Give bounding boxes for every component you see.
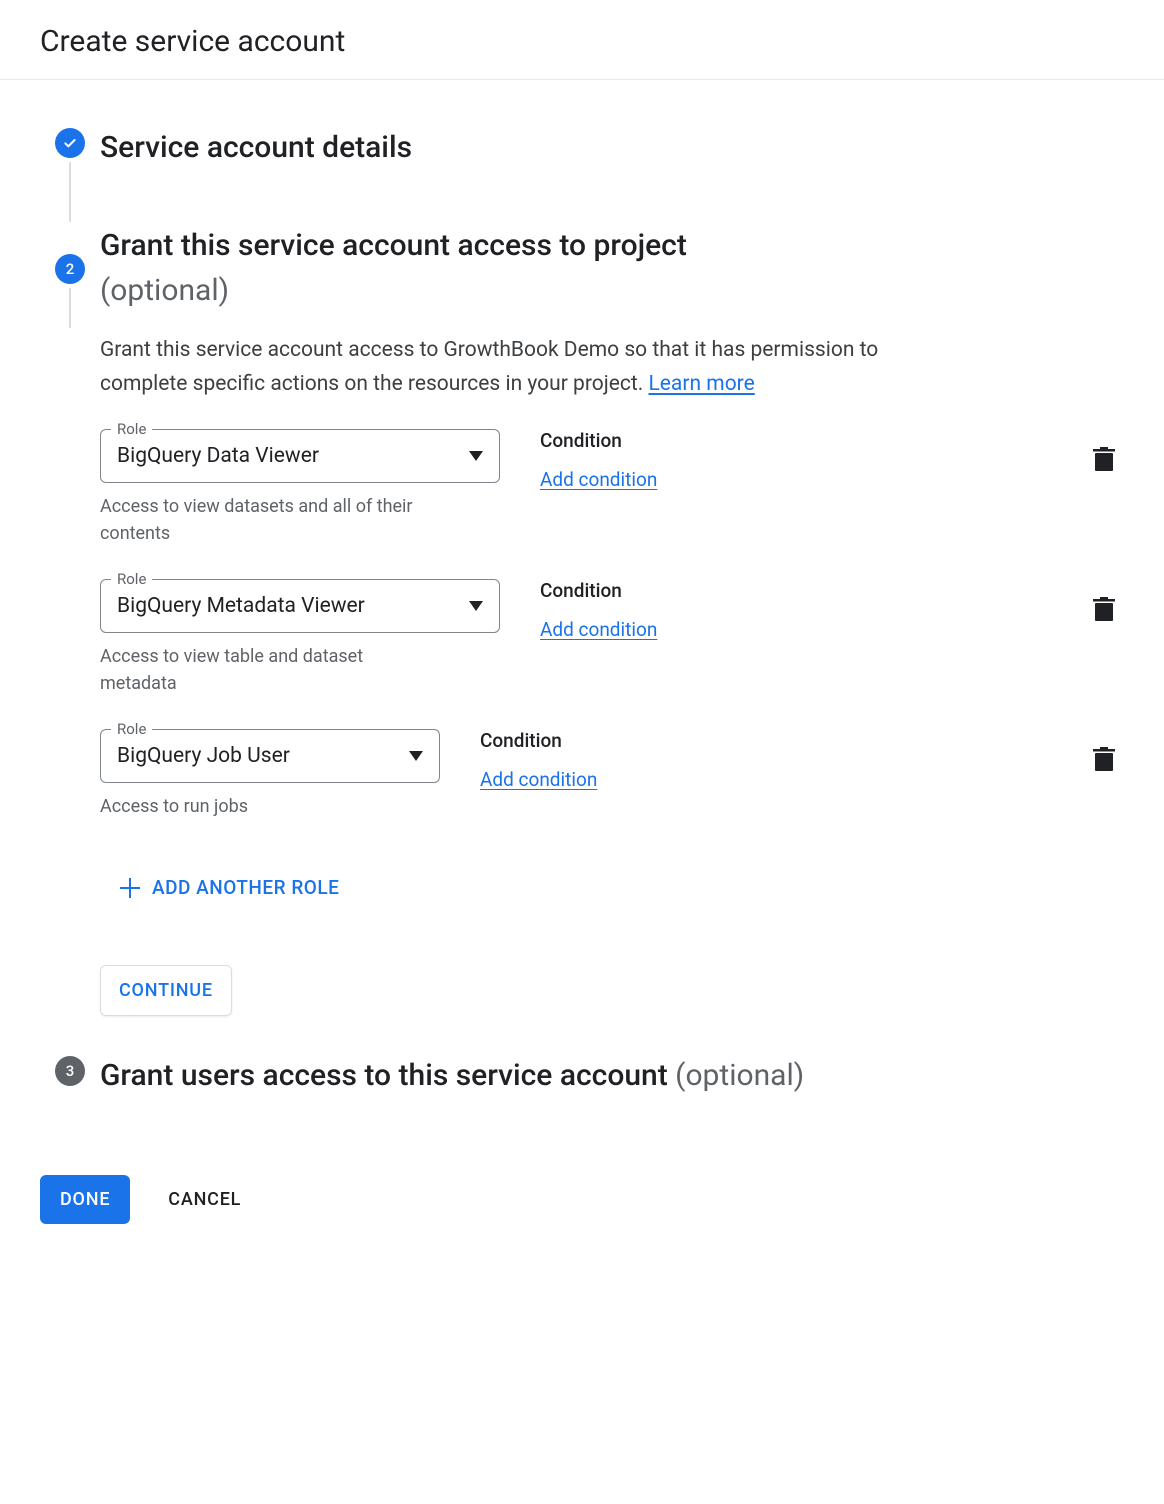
step-3-optional: (optional) — [675, 1058, 804, 1093]
step-3-title[interactable]: Grant users access to this service accou… — [100, 1056, 1124, 1095]
step-2-marker: 2 — [40, 226, 100, 332]
add-condition-link[interactable]: Add condition — [480, 768, 597, 791]
step-3-number: 3 — [55, 1056, 85, 1086]
add-condition-link[interactable]: Add condition — [540, 468, 657, 491]
role-help-text: Access to view datasets and all of their… — [100, 493, 470, 547]
role-row: Role BigQuery Data Viewer Access to view… — [100, 429, 1124, 547]
role-row: Role BigQuery Metadata Viewer Access to … — [100, 579, 1124, 697]
condition-label: Condition — [540, 579, 1044, 602]
role-help-text: Access to run jobs — [100, 793, 440, 820]
add-condition-link[interactable]: Add condition — [540, 618, 657, 641]
role-field-label: Role — [111, 570, 152, 588]
role-row: Role BigQuery Job User Access to run job… — [100, 729, 1124, 820]
continue-button[interactable]: CONTINUE — [100, 965, 232, 1016]
step-2-number: 2 — [55, 254, 85, 284]
role-value: BigQuery Job User — [117, 744, 290, 768]
footer-actions: DONE CANCEL — [0, 1175, 1164, 1264]
page-header: Create service account — [0, 0, 1164, 80]
role-select[interactable]: Role BigQuery Data Viewer — [100, 429, 500, 483]
role-value: BigQuery Metadata Viewer — [117, 594, 365, 618]
condition-label: Condition — [480, 729, 1044, 752]
learn-more-link[interactable]: Learn more — [648, 372, 754, 396]
chevron-down-icon — [469, 601, 483, 611]
step-2-title-text: Grant this service account access to pro… — [100, 228, 687, 263]
step-1-title[interactable]: Service account details — [100, 128, 1124, 167]
page-title: Create service account — [40, 24, 1124, 59]
trash-icon[interactable] — [1093, 597, 1115, 623]
role-select[interactable]: Role BigQuery Metadata Viewer — [100, 579, 500, 633]
cancel-button[interactable]: CANCEL — [158, 1175, 251, 1224]
role-field-label: Role — [111, 420, 152, 438]
step-3: 3 Grant users access to this service acc… — [40, 1056, 1124, 1103]
step-3-marker: 3 — [40, 1056, 100, 1086]
step-2-title: Grant this service account access to pro… — [100, 226, 1124, 310]
role-value: BigQuery Data Viewer — [117, 444, 319, 468]
step-3-title-text: Grant users access to this service accou… — [100, 1058, 675, 1093]
check-icon — [55, 128, 85, 158]
chevron-down-icon — [409, 751, 423, 761]
trash-icon[interactable] — [1093, 447, 1115, 473]
role-field-label: Role — [111, 720, 152, 738]
plus-icon — [120, 878, 140, 898]
step-1-marker — [40, 128, 100, 226]
step-2: 2 Grant this service account access to p… — [40, 226, 1124, 1056]
role-select[interactable]: Role BigQuery Job User — [100, 729, 440, 783]
role-help-text: Access to view table and dataset metadat… — [100, 643, 420, 697]
step-2-optional: (optional) — [100, 273, 229, 308]
done-button[interactable]: DONE — [40, 1175, 130, 1224]
step-1: Service account details — [40, 128, 1124, 226]
add-role-label: ADD ANOTHER ROLE — [152, 876, 339, 899]
condition-label: Condition — [540, 429, 1044, 452]
add-another-role-button[interactable]: ADD ANOTHER ROLE — [100, 866, 339, 909]
trash-icon[interactable] — [1093, 747, 1115, 773]
chevron-down-icon — [469, 451, 483, 461]
step-2-description: Grant this service account access to Gro… — [100, 334, 920, 401]
